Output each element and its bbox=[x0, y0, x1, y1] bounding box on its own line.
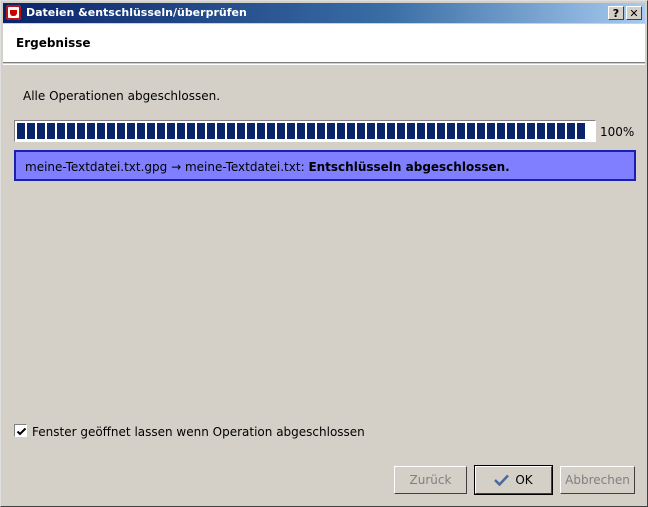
cancel-button[interactable]: Abbrechen bbox=[560, 466, 635, 494]
title-bar[interactable]: Dateien &entschlüsseln/überprüfen ? ✕ bbox=[3, 3, 645, 23]
window-title: Dateien &entschlüsseln/überprüfen bbox=[26, 6, 247, 19]
result-files: meine-Textdatei.txt.gpg → meine-Textdate… bbox=[25, 160, 309, 174]
result-message: Entschlüsseln abgeschlossen. bbox=[308, 160, 510, 174]
wizard-header: Ergebnisse bbox=[3, 24, 645, 63]
dialog-window: Dateien &entschlüsseln/überprüfen ? ✕ Er… bbox=[0, 0, 648, 507]
ok-label: OK bbox=[515, 473, 533, 487]
kleopatra-app-icon bbox=[6, 5, 21, 20]
checkmark-icon bbox=[494, 474, 510, 486]
keep-open-checkbox[interactable] bbox=[14, 424, 27, 437]
back-button[interactable]: Zurück bbox=[394, 466, 467, 494]
progress-fill bbox=[17, 123, 585, 139]
ok-button[interactable]: OK bbox=[474, 465, 553, 495]
checkmark-icon bbox=[16, 427, 27, 436]
status-text: Alle Operationen abgeschlossen. bbox=[23, 89, 221, 103]
page-title: Ergebnisse bbox=[16, 36, 91, 50]
progress-percent: 100% bbox=[600, 125, 635, 139]
header-divider bbox=[3, 64, 645, 65]
help-button[interactable]: ? bbox=[608, 6, 624, 20]
result-row[interactable]: meine-Textdatei.txt.gpg → meine-Textdate… bbox=[14, 150, 636, 181]
progress-bar bbox=[14, 120, 596, 142]
close-button[interactable]: ✕ bbox=[626, 6, 642, 20]
keep-open-label: Fenster geöffnet lassen wenn Operation a… bbox=[32, 425, 365, 439]
